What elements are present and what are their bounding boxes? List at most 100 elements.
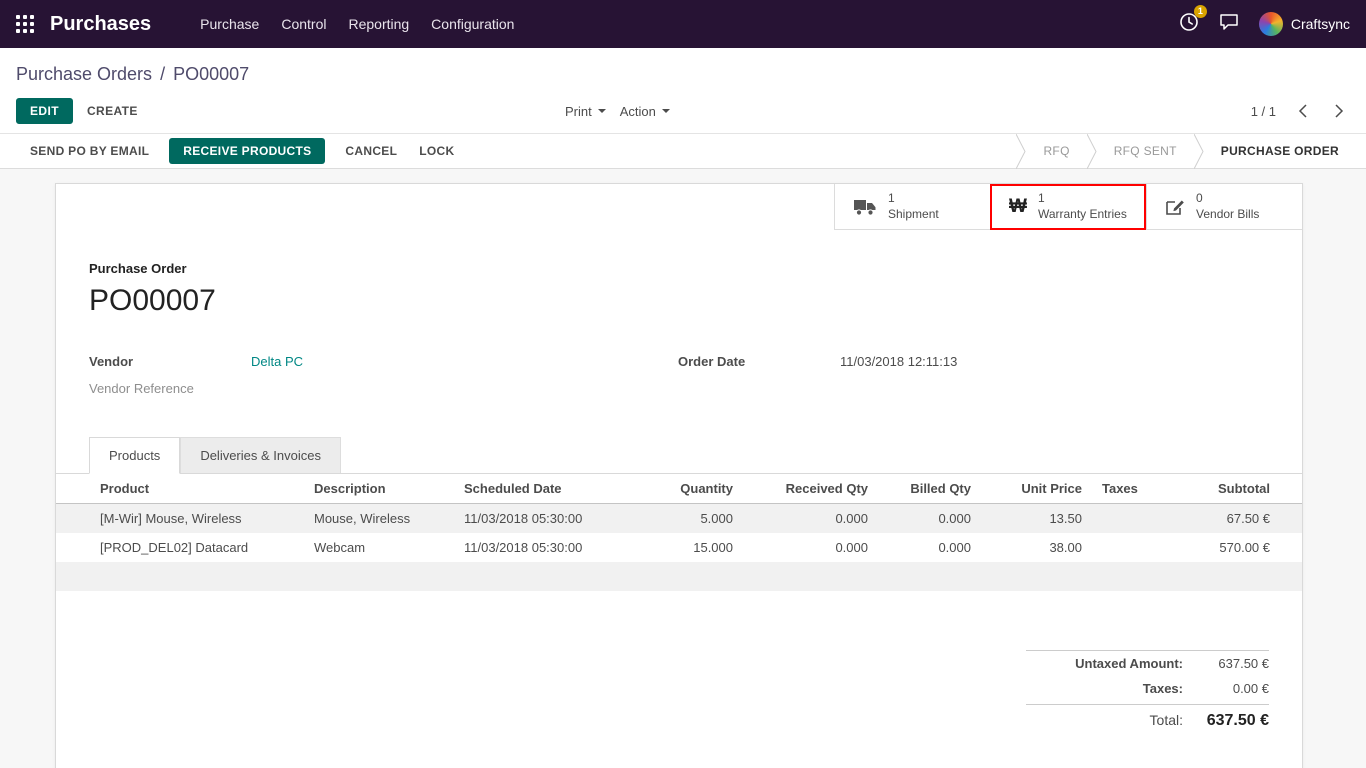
order-line-cell: 0.000 [741,504,876,533]
column-header-description[interactable]: Description [306,474,456,504]
order-line-cell: [PROD_DEL02] Datacard [56,533,306,562]
breadcrumb-current: PO00007 [173,64,249,84]
order-line-cell: 13.50 [979,504,1090,533]
navbar-right: 1 Craftsync [1179,12,1350,37]
column-header-quantity[interactable]: Quantity [631,474,741,504]
order-line-cell: Mouse, Wireless [306,504,456,533]
user-name: Craftsync [1291,16,1350,32]
untaxed-amount-label: Untaxed Amount: [1026,656,1183,671]
column-header-scheduled-date[interactable]: Scheduled Date [456,474,631,504]
order-line-row[interactable]: [PROD_DEL02] DatacardWebcam11/03/2018 05… [56,533,1302,562]
order-line-row[interactable]: [M-Wir] Mouse, WirelessMouse, Wireless11… [56,504,1302,533]
activity-count-badge: 1 [1194,5,1207,18]
truck-icon [853,198,877,216]
statusbar-buttons: SEND PO BY EMAIL RECEIVE PRODUCTS CANCEL… [28,138,456,164]
print-menu-label: Print [565,104,592,119]
warranty-stat-text: 1 Warranty Entries [1038,191,1127,222]
untaxed-amount-value: 637.50 € [1183,656,1269,671]
order-totals: Untaxed Amount: 637.50 € Taxes: 0.00 € T… [1026,650,1269,735]
menu-control[interactable]: Control [270,16,337,32]
control-panel-buttons: EDIT CREATE Print Action 1 / 1 [16,97,1350,125]
menu-purchase[interactable]: Purchase [189,16,270,32]
order-line-cell: [M-Wir] Mouse, Wireless [56,504,306,533]
column-header-subtotal[interactable]: Subtotal [1180,474,1302,504]
notebook-tabs: Products Deliveries & Invoices [56,436,1302,474]
order-line-cell: 5.000 [631,504,741,533]
apps-menu-icon[interactable] [16,15,34,33]
taxes-row: Taxes: 0.00 € [1026,676,1269,701]
app-name[interactable]: Purchases [50,13,151,36]
tab-deliveries-invoices[interactable]: Deliveries & Invoices [180,437,341,473]
menu-reporting[interactable]: Reporting [337,16,420,32]
order-line-cell: 38.00 [979,533,1090,562]
untaxed-amount-row: Untaxed Amount: 637.50 € [1026,651,1269,676]
column-header-taxes[interactable]: Taxes [1090,474,1180,504]
sheet-body: Purchase Order PO00007 Vendor Delta PC V… [56,261,1302,408]
chevron-right-icon [1335,104,1344,118]
order-lines-table: Product Description Scheduled Date Quant… [56,474,1302,591]
pager-next-button[interactable] [1329,104,1350,118]
print-menu-button[interactable]: Print [565,104,606,119]
status-pipeline: RFQ RFQ SENT PURCHASE ORDER [1016,134,1366,168]
field-group: Vendor Delta PC Vendor Reference Order D… [89,354,1269,408]
cancel-button[interactable]: CANCEL [343,139,399,163]
vendor-bills-stat-button[interactable]: 0 Vendor Bills [1146,184,1302,230]
messages-button[interactable] [1219,13,1239,36]
breadcrumb-separator: / [160,64,165,84]
state-rfq[interactable]: RFQ [1026,144,1086,158]
vendor-value-link[interactable]: Delta PC [251,354,303,369]
caret-down-icon [598,109,606,113]
action-menu-label: Action [620,104,656,119]
vendor-bills-count: 0 [1196,191,1259,207]
empty-line-row[interactable] [56,562,1302,591]
breadcrumb-parent[interactable]: Purchase Orders [16,64,152,84]
column-header-received-qty[interactable]: Received Qty [741,474,876,504]
lock-button[interactable]: LOCK [417,139,456,163]
shipment-count: 1 [888,191,939,207]
tab-products[interactable]: Products [89,437,180,474]
shipment-stat-button[interactable]: 1 Shipment [834,184,990,230]
create-button[interactable]: CREATE [87,104,138,118]
caret-down-icon [662,109,670,113]
doc-type-label: Purchase Order [89,261,1269,276]
total-row: Total: 637.50 € [1026,704,1269,735]
pager-value: 1 / 1 [1251,104,1276,119]
order-date-field: Order Date 11/03/2018 12:11:13 [678,354,1269,375]
statusbar-arrow-separator [1087,134,1097,169]
order-line-cell: 0.000 [876,533,979,562]
statusbar-arrow-separator [1016,134,1026,169]
stat-button-box: 1 Shipment ₩ 1 Warranty Entries 0 Vendor… [56,184,1302,230]
vendor-field: Vendor Delta PC [89,354,678,375]
column-header-product[interactable]: Product [56,474,306,504]
column-header-unit-price[interactable]: Unit Price [979,474,1090,504]
statusbar: SEND PO BY EMAIL RECEIVE PRODUCTS CANCEL… [0,133,1366,169]
send-po-by-email-button[interactable]: SEND PO BY EMAIL [28,139,151,163]
action-menu-button[interactable]: Action [620,104,670,119]
won-sign-icon: ₩ [1009,197,1027,216]
warranty-count: 1 [1038,191,1127,207]
taxes-label: Taxes: [1026,681,1183,696]
warranty-entries-stat-button[interactable]: ₩ 1 Warranty Entries [990,184,1146,230]
state-rfq-sent[interactable]: RFQ SENT [1097,144,1194,158]
activities-button[interactable]: 1 [1179,12,1199,37]
menu-configuration[interactable]: Configuration [420,16,525,32]
state-purchase-order[interactable]: PURCHASE ORDER [1204,144,1366,158]
pager-previous-button[interactable] [1292,104,1313,118]
order-line-cell: Webcam [306,533,456,562]
vendor-bills-stat-text: 0 Vendor Bills [1196,191,1259,222]
chevron-left-icon [1298,104,1307,118]
chat-bubble-icon [1219,13,1239,36]
order-date-label: Order Date [678,354,840,369]
order-line-cell: 11/03/2018 05:30:00 [456,504,631,533]
user-menu[interactable]: Craftsync [1259,12,1350,36]
edit-button[interactable]: EDIT [16,98,73,124]
content-area: 1 Shipment ₩ 1 Warranty Entries 0 Vendor… [0,169,1366,768]
vendor-bills-label: Vendor Bills [1196,207,1259,223]
order-line-cell: 0.000 [876,504,979,533]
order-date-value: 11/03/2018 12:11:13 [840,354,957,369]
receive-products-button[interactable]: RECEIVE PRODUCTS [169,138,325,164]
order-line-cell: 0.000 [741,533,876,562]
order-line-cell [1090,533,1180,562]
column-header-billed-qty[interactable]: Billed Qty [876,474,979,504]
order-line-cell: 570.00 € [1180,533,1302,562]
